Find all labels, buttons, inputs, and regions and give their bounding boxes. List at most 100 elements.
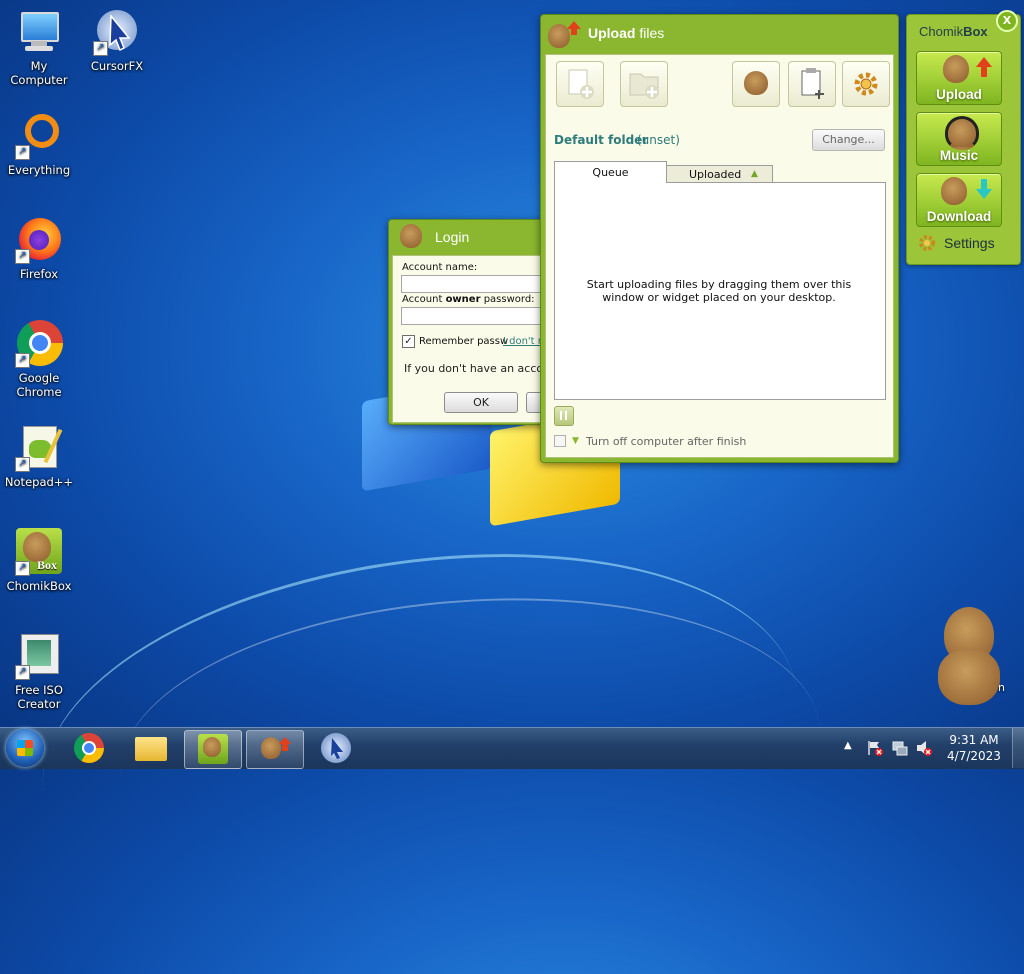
add-files-button[interactable] — [556, 61, 604, 107]
show-hidden-icons-button[interactable]: ▲ — [844, 740, 852, 751]
taskbar: ▲ 9:31 AM 4/7/2023 — [0, 727, 1024, 769]
desktop-icon-everything[interactable]: ↗ Everything — [1, 112, 77, 177]
widget-title-normal: Chomik — [919, 24, 964, 39]
empty-queue-message: Start uploading files by dragging them o… — [586, 278, 852, 304]
chomikbox-widget[interactable]: ChomikBox X Upload Music Download Settin… — [906, 10, 1021, 265]
gear-icon — [854, 72, 878, 96]
desktop-icon-firefox[interactable]: ↗ Firefox — [1, 216, 77, 281]
show-desktop-button[interactable] — [1012, 728, 1024, 768]
desktop-icon-label: Everything — [7, 163, 71, 177]
arrow-up-icon — [279, 737, 291, 751]
change-folder-button[interactable]: Change... — [812, 129, 885, 151]
hamster-icon — [744, 71, 768, 95]
clock-time: 9:31 AM — [949, 733, 999, 747]
mascot-partial-label: n — [998, 681, 1005, 694]
widget-settings-button[interactable]: Settings — [917, 233, 1012, 255]
widget-upload-button[interactable]: Upload — [916, 51, 1002, 105]
password-label-prefix: Account — [402, 294, 446, 305]
desktop-icon-label: My Computer — [10, 59, 68, 87]
default-folder-label: Default folder — [554, 133, 649, 147]
login-window[interactable]: Login Account name: Account owner passwo… — [388, 219, 563, 425]
triangle-up-icon: ▲ — [751, 169, 758, 179]
login-title: Login — [435, 229, 470, 245]
folder-icon — [135, 737, 167, 761]
start-button[interactable] — [6, 729, 44, 767]
chrome-icon — [74, 733, 104, 763]
tab-uploaded[interactable]: Uploaded ▲ — [666, 165, 773, 183]
password-label-suffix: password: — [480, 294, 535, 305]
widget-download-label: Download — [926, 209, 992, 224]
cursor-icon — [321, 733, 351, 763]
action-center-icon[interactable] — [866, 739, 883, 756]
widget-music-label: Music — [939, 148, 979, 163]
desktop-icon-label: Firefox — [19, 267, 59, 281]
tab-queue[interactable]: Queue — [554, 161, 667, 183]
iso-creator-icon: ↗ — [15, 632, 63, 680]
triangle-down-icon: ▼ — [572, 436, 579, 446]
widget-title-bold: Box — [963, 24, 988, 39]
cursor-icon: ↗ — [93, 8, 141, 56]
desktop-icon-my-computer[interactable]: My Computer — [1, 8, 77, 87]
password-input[interactable] — [401, 307, 562, 325]
forgot-password-link[interactable]: I don't r — [503, 336, 542, 347]
widget-close-button[interactable]: X — [996, 10, 1018, 32]
no-account-text: If you don't have an accoun — [404, 362, 558, 375]
clock[interactable]: 9:31 AM 4/7/2023 — [944, 732, 1004, 764]
windows-logo-icon — [17, 740, 33, 756]
desktop-mascot[interactable]: n — [936, 603, 1016, 709]
default-folder-value: (unset) — [637, 133, 680, 147]
chrome-icon: ↗ — [15, 320, 63, 368]
network-icon[interactable] — [891, 739, 908, 756]
desktop-icon-label: Google Chrome — [16, 371, 62, 399]
desktop-icon-chrome[interactable]: ↗ Google Chrome — [1, 320, 77, 399]
account-name-input[interactable] — [401, 275, 562, 293]
upload-logo-icon — [548, 20, 582, 50]
arrow-down-icon — [976, 179, 992, 199]
ok-button[interactable]: OK — [444, 392, 518, 413]
widget-settings-label: Settings — [944, 235, 995, 251]
widget-music-button[interactable]: Music — [916, 112, 1002, 166]
add-folder-icon — [629, 73, 659, 99]
notepad-icon: ↗ — [15, 424, 63, 472]
pause-button[interactable] — [554, 406, 574, 426]
account-name-label: Account name: — [402, 262, 478, 273]
taskbar-cursorfx[interactable] — [308, 730, 364, 767]
widget-download-button[interactable]: Download — [916, 173, 1002, 227]
pause-icon — [560, 411, 562, 420]
desktop-icon-free-iso-creator[interactable]: ↗ Free ISO Creator — [1, 632, 77, 711]
password-label: Account owner password: — [402, 294, 535, 305]
remember-label: Remember passw — [419, 336, 509, 347]
upload-title: Upload files — [588, 25, 664, 41]
turn-off-checkbox[interactable] — [554, 435, 566, 447]
clipboard-icon — [801, 68, 824, 99]
desktop-icon-label: Notepad++ — [4, 475, 74, 489]
desktop-icon-notepadpp[interactable]: ↗ Notepad++ — [1, 424, 77, 489]
desktop-icon-label: CursorFX — [90, 59, 144, 73]
chomikbox-icon: Box ↗ — [15, 528, 63, 576]
taskbar-chrome[interactable] — [62, 730, 118, 767]
chomikbox-icon — [198, 734, 228, 764]
widget-upload-label: Upload — [936, 87, 982, 102]
settings-button[interactable] — [842, 61, 890, 107]
upload-window[interactable]: Upload files Default folder (unset) Chan… — [540, 14, 899, 463]
hamster-icon — [941, 177, 967, 205]
widget-title: ChomikBox — [919, 24, 988, 39]
tab-uploaded-label: Uploaded — [689, 168, 742, 181]
hamster-icon — [943, 55, 969, 83]
chomik-logo-icon — [400, 224, 426, 250]
firefox-icon: ↗ — [15, 216, 63, 264]
taskbar-chomikbox-upload[interactable] — [246, 730, 304, 769]
volume-muted-icon[interactable] — [915, 739, 932, 756]
turn-off-label: Turn off computer after finish — [586, 435, 747, 448]
paste-button[interactable] — [788, 61, 836, 107]
taskbar-explorer[interactable] — [123, 730, 179, 767]
arrow-up-icon — [976, 57, 992, 77]
desktop-icon-cursorfx[interactable]: ↗ CursorFX — [79, 8, 155, 73]
taskbar-chomikbox[interactable] — [184, 730, 242, 769]
desktop-icon-chomikbox[interactable]: Box ↗ ChomikBox — [1, 528, 77, 593]
desktop-icon-label: Free ISO Creator — [15, 683, 63, 711]
computer-icon — [15, 8, 63, 56]
add-folder-button[interactable] — [620, 61, 668, 107]
remember-checkbox[interactable]: ✓ — [402, 335, 415, 348]
chomik-button[interactable] — [732, 61, 780, 107]
